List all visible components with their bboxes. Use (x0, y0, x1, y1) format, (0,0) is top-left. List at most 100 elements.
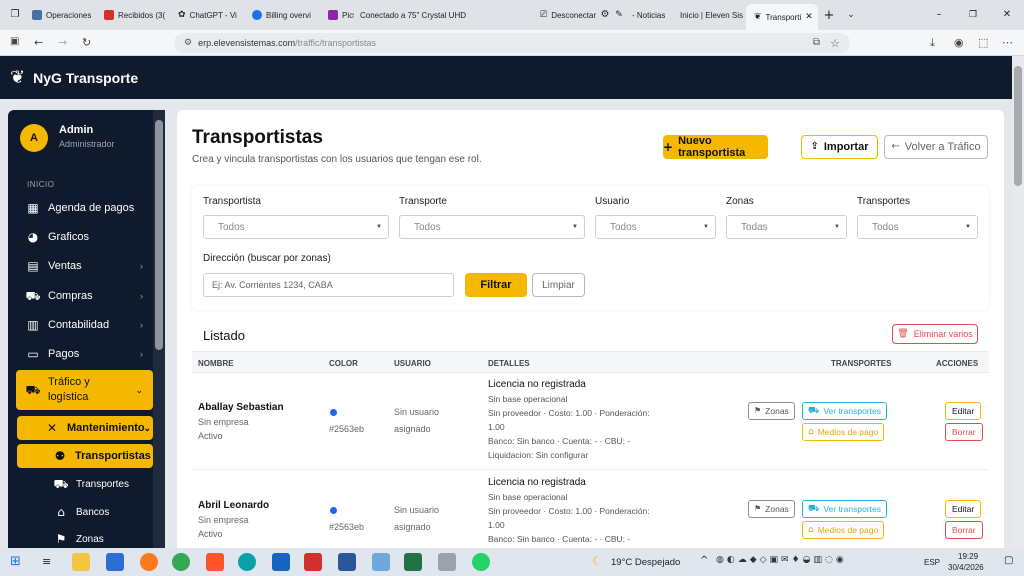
notepad-icon[interactable] (372, 553, 390, 571)
delete-button[interactable]: Borrar (945, 521, 983, 539)
edge-icon[interactable] (238, 553, 256, 571)
file-explorer-icon[interactable] (72, 553, 90, 571)
windows-start-icon[interactable]: ⊞ (10, 555, 21, 568)
back-to-trafico-button[interactable]: ← Volver a Tráfico (884, 135, 988, 159)
settings-icon[interactable]: ⚙ (598, 10, 612, 20)
sidebar-item-graficos[interactable]: ◕ Graficos (16, 223, 153, 251)
clear-button[interactable]: Limpiar (532, 273, 585, 297)
chrome-icon[interactable] (172, 553, 190, 571)
excel-icon[interactable] (404, 553, 422, 571)
store-icon[interactable] (106, 553, 124, 571)
close-window-icon[interactable]: ✕ (990, 10, 1024, 20)
sidebar-item-contabilidad[interactable]: ▥ Contabilidad › (16, 311, 153, 339)
medios-pago-button[interactable]: ⌂ Medios de pago (802, 521, 885, 539)
scrollbar-thumb[interactable] (155, 120, 163, 350)
tab-list-icon[interactable]: ⌄ (840, 10, 862, 20)
filter-button[interactable]: Filtrar (465, 273, 527, 297)
base: Sin base operacional (488, 492, 568, 502)
delete-button[interactable]: Borrar (945, 423, 983, 441)
tray-chevron-icon[interactable]: ^ (700, 556, 708, 566)
tray-icons[interactable]: ◍◐☁◆◇▣✉♦◒▥◌◉ (716, 556, 847, 565)
sidebar-item-trafico[interactable]: ⛟ Tráfico y logística ⌄ (16, 370, 153, 410)
app-a-icon[interactable] (272, 553, 290, 571)
download-icon[interactable]: ⤓ (930, 37, 935, 48)
bookmark-star-icon[interactable]: ☆ (830, 38, 840, 49)
extensions-icon[interactable]: ⬚ (978, 37, 988, 48)
weight: 1.00 (488, 520, 505, 530)
medios-pago-button[interactable]: ⌂ Medios de pago (802, 423, 885, 441)
sidebar-item-bancos[interactable]: ⌂ Bancos (16, 500, 153, 524)
tab-billing[interactable]: Billing overvi (246, 4, 322, 26)
tab-actions-icon[interactable]: ❐ (4, 10, 26, 20)
notifications-icon[interactable]: ▢ (1004, 556, 1013, 566)
clock-date[interactable]: 30/4/2026 (948, 563, 984, 572)
task-view-icon[interactable]: ≡ (42, 556, 51, 567)
minimize-icon[interactable]: – (922, 10, 956, 20)
ver-transportes-button[interactable]: ⛟ Ver transportes (802, 402, 887, 420)
pin-icon[interactable]: ✎ (612, 10, 626, 20)
browser-tab-bar: ❐ Operaciones Recibidos (3( ✿ ChatGPT - V… (0, 0, 1024, 30)
reload-icon[interactable]: ↻ (82, 37, 91, 48)
avatar[interactable]: A (20, 124, 48, 152)
zonas-button[interactable]: ⚑ Zonas (748, 402, 795, 420)
cast-disconnect[interactable]: ⎚ Desconectar (534, 4, 598, 26)
sidebar-item-agenda[interactable]: ▦ Agenda de pagos (16, 194, 153, 222)
sidebar-item-compras[interactable]: ⛟ Compras › (16, 282, 153, 310)
maximize-icon[interactable]: ❐ (956, 10, 990, 20)
chevron-right-icon: › (140, 320, 143, 330)
filter-zonas-select[interactable]: Todas ▼ (726, 215, 847, 239)
tab-noticias[interactable]: - Noticias (626, 4, 674, 26)
word-icon[interactable] (338, 553, 356, 571)
sidebar-item-transportistas[interactable]: ⚉ Transportistas (17, 444, 153, 468)
clock-time[interactable]: 19:29 (958, 552, 978, 561)
sidebar-toggle-icon[interactable]: ▣ (10, 37, 19, 47)
sidebar-item-zonas[interactable]: ⚑ Zonas (16, 527, 153, 548)
sidebar-item-ventas[interactable]: ▤ Ventas › (16, 252, 153, 280)
zonas-button[interactable]: ⚑ Zonas (748, 500, 795, 518)
new-transportista-button[interactable]: + Nuevo transportista (663, 135, 768, 159)
page-scrollbar[interactable] (1012, 56, 1024, 548)
truck-icon: ⛟ (808, 405, 820, 416)
firefox-icon[interactable] (140, 553, 158, 571)
sidebar-item-mantenimiento[interactable]: ✕ Mantenimiento ⌄ (17, 416, 153, 440)
tab-gmail[interactable]: Recibidos (3( (98, 4, 172, 26)
profile-icon[interactable]: ◉ (954, 37, 964, 48)
filter-transportes-select[interactable]: Todos ▼ (857, 215, 978, 239)
new-tab-icon[interactable]: + (818, 9, 840, 22)
sidebar-scrollbar[interactable] (153, 110, 165, 548)
filter-transporte-select[interactable]: Todos ▼ (399, 215, 585, 239)
tab-eleven[interactable]: Inicio | Eleven Sis (674, 4, 746, 26)
language-indicator[interactable]: ESP (924, 558, 940, 567)
base: Sin base operacional (488, 394, 568, 404)
import-button[interactable]: ⇪ Importar (801, 135, 878, 159)
tab-pict[interactable]: Pict (322, 4, 354, 26)
transportista-name: Aballay Sebastian (198, 402, 284, 413)
tab-operaciones[interactable]: Operaciones (26, 4, 98, 26)
weight: 1.00 (488, 422, 505, 432)
filter-transportista-select[interactable]: Todos ▼ (203, 215, 389, 239)
filter-usuario-select[interactable]: Todos ▼ (595, 215, 716, 239)
browser-menu-icon[interactable]: ⋯ (1002, 37, 1013, 48)
url-field[interactable]: ⚙ erp.elevensistemas.com/traffic/transpo… (174, 33, 850, 53)
tab-transportistas[interactable]: ❦ Transporti ✕ (746, 4, 818, 30)
scrollbar-thumb[interactable] (1014, 66, 1022, 186)
install-app-icon[interactable]: ⧉ (813, 38, 820, 48)
cast-status: Conectado a 75" Crystal UHD (360, 10, 466, 20)
sidebar-item-pagos[interactable]: ▭ Pagos › (16, 340, 153, 368)
back-icon[interactable]: ← (34, 37, 43, 48)
forward-icon[interactable]: → (58, 37, 67, 48)
edit-button[interactable]: Editar (945, 402, 982, 420)
edit-button[interactable]: Editar (945, 500, 982, 518)
whatsapp-icon[interactable] (472, 553, 490, 571)
tab-chatgpt[interactable]: ✿ ChatGPT - Vi (172, 4, 246, 26)
weather-text[interactable]: 19°C Despejado (611, 557, 680, 568)
app-game-icon[interactable] (438, 553, 456, 571)
delete-multiple-button[interactable]: 🗑 Eliminar varios (892, 324, 978, 344)
brave-icon[interactable] (206, 553, 224, 571)
sidebar-item-transportes[interactable]: ⛟ Transportes (16, 472, 153, 496)
direccion-input[interactable]: Ej: Av. Corrientes 1234, CABA (203, 273, 454, 297)
close-tab-icon[interactable]: ✕ (805, 12, 813, 22)
acrobat-icon[interactable] (304, 553, 322, 571)
ver-transportes-button[interactable]: ⛟ Ver transportes (802, 500, 887, 518)
site-info-icon[interactable]: ⚙ (184, 38, 192, 48)
